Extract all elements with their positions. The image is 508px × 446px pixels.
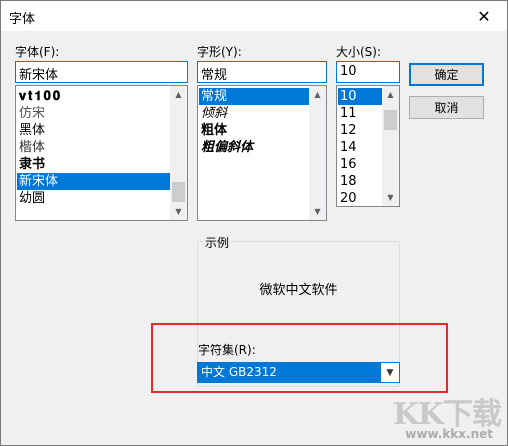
title-bar[interactable]: 字体 ✕ — [1, 1, 507, 31]
size-list-item[interactable]: 18 — [338, 173, 382, 190]
font-name-input[interactable]: 新宋体 — [15, 61, 188, 83]
highlight-box — [151, 323, 448, 393]
font-list-item-selected[interactable]: 新宋体 — [17, 173, 171, 190]
font-style-input[interactable]: 常规 — [197, 61, 327, 83]
size-list-item[interactable]: 14 — [338, 139, 382, 156]
scroll-up-icon[interactable]: ▲ — [170, 86, 187, 103]
scroll-up-icon[interactable]: ▲ — [309, 86, 326, 103]
font-style-scrollbar[interactable]: ▲ ▼ — [309, 86, 326, 220]
close-icon[interactable]: ✕ — [461, 1, 507, 31]
scroll-down-icon[interactable]: ▼ — [309, 203, 326, 220]
font-name-scrollbar[interactable]: ▲ ▼ — [170, 86, 187, 220]
font-list-item[interactable]: 黑体 — [17, 122, 171, 139]
font-size-input[interactable]: 10 — [336, 61, 400, 83]
scroll-down-icon[interactable]: ▼ — [382, 189, 399, 206]
font-list-item[interactable]: 楷体 — [17, 139, 171, 156]
scroll-thumb[interactable] — [172, 182, 185, 202]
sample-legend: 示例 — [203, 234, 232, 251]
style-list-item[interactable]: 粗体 — [199, 122, 311, 139]
font-size-label: 大小(S): — [336, 45, 382, 59]
font-list-item[interactable]: 𝐯𝐭𝟏𝟎𝟎 — [17, 88, 171, 105]
style-list-item[interactable]: 粗偏斜体 — [199, 139, 311, 156]
style-list-item[interactable]: 倾斜 — [199, 105, 311, 122]
size-list-item[interactable]: 20 — [338, 190, 382, 206]
font-list-item[interactable]: 仿宋 — [17, 105, 171, 122]
size-list-item[interactable]: 12 — [338, 122, 382, 139]
sample-text: 微软中文软件 — [259, 283, 338, 298]
font-list-item[interactable]: 隶书 — [17, 156, 171, 173]
size-list-item[interactable]: 16 — [338, 156, 382, 173]
ok-button[interactable]: 确定 — [409, 63, 484, 86]
font-dialog: 字体 ✕ 字体(F): 新宋体 𝐯𝐭𝟏𝟎𝟎 仿宋 黑体 楷体 隶书 新宋体 幼圆… — [0, 0, 508, 446]
font-size-list[interactable]: 10 11 12 14 16 18 20 ▲ ▼ — [336, 85, 400, 207]
style-list-item-selected[interactable]: 常规 — [199, 88, 311, 105]
font-name-list[interactable]: 𝐯𝐭𝟏𝟎𝟎 仿宋 黑体 楷体 隶书 新宋体 幼圆 ▲ ▼ — [15, 85, 188, 221]
scroll-down-icon[interactable]: ▼ — [170, 203, 187, 220]
font-list-item[interactable]: 幼圆 — [17, 190, 171, 207]
size-list-item-selected[interactable]: 10 — [338, 88, 382, 105]
watermark-url: www.kkx.net — [405, 427, 493, 441]
scroll-thumb[interactable] — [384, 110, 397, 130]
size-list-item[interactable]: 11 — [338, 105, 382, 122]
font-size-scrollbar[interactable]: ▲ ▼ — [382, 86, 399, 206]
font-style-label: 字形(Y): — [197, 45, 242, 59]
font-style-list[interactable]: 常规 倾斜 粗体 粗偏斜体 ▲ ▼ — [197, 85, 327, 221]
cancel-button[interactable]: 取消 — [409, 96, 484, 119]
scroll-up-icon[interactable]: ▲ — [382, 86, 399, 103]
font-name-label: 字体(F): — [15, 45, 60, 59]
window-title: 字体 — [9, 12, 36, 27]
